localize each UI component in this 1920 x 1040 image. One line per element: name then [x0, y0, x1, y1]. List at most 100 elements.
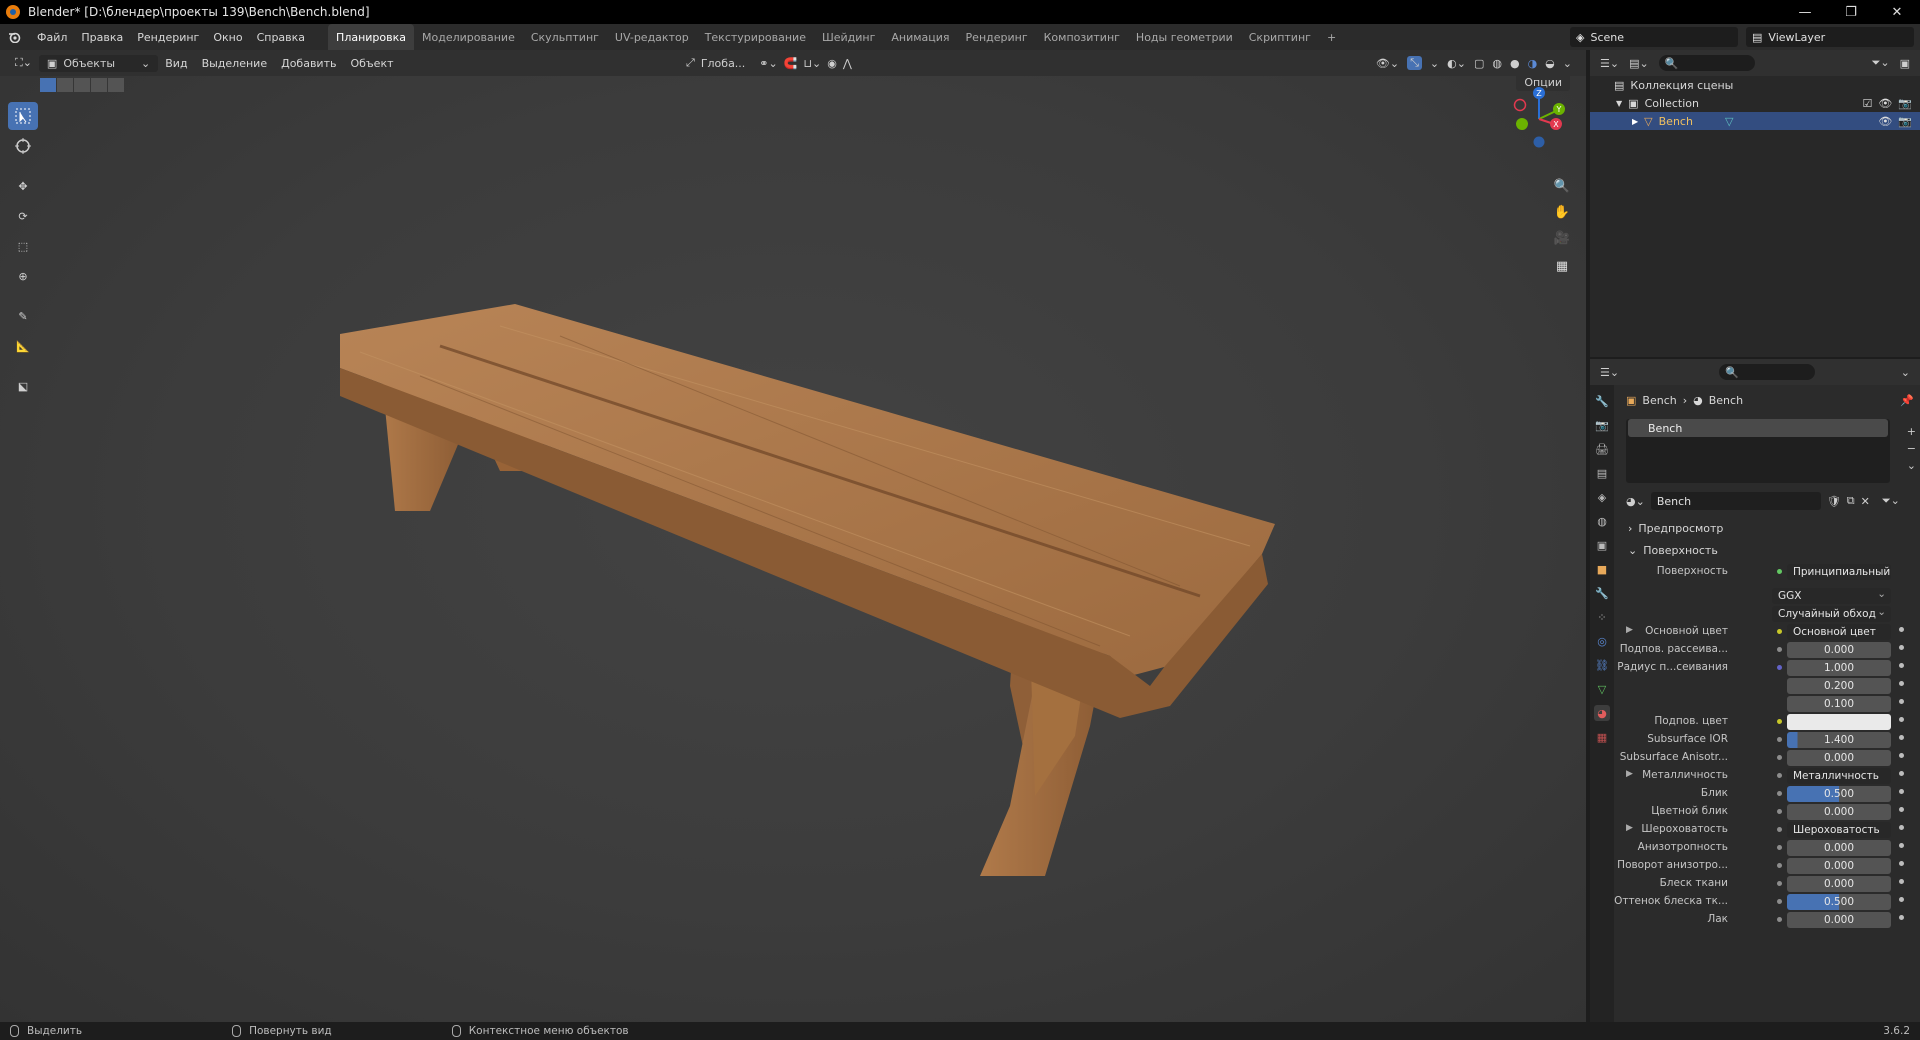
bench-model[interactable]: [0, 76, 1586, 1022]
collection-tab-icon[interactable]: ▣: [1594, 537, 1610, 553]
texture-tab-icon[interactable]: ▦: [1594, 729, 1610, 745]
color-swatch[interactable]: [1787, 714, 1891, 730]
3d-viewport[interactable]: Опции ✥ ⟳ ⬚ ⊕ ✎ 📐 ⬕ Z Y X 🔍 ✋ 🎥 ▦: [0, 76, 1586, 1022]
distribution-dropdown[interactable]: GGX: [1772, 586, 1891, 604]
modifier-tab-icon[interactable]: 🔧: [1594, 585, 1610, 601]
socket-dot-icon[interactable]: [1777, 899, 1782, 904]
value-slider[interactable]: 0.500: [1787, 786, 1891, 802]
menu-view[interactable]: Вид: [158, 57, 194, 70]
expand-arrow-icon[interactable]: ▶: [1626, 625, 1633, 635]
filter-icon[interactable]: ⏷⌄: [1872, 56, 1890, 70]
socket-dot-icon[interactable]: [1777, 827, 1782, 832]
tab-scripting[interactable]: Скриптинг: [1241, 24, 1319, 50]
editor-type-icon[interactable]: ⛶⌄: [8, 56, 39, 70]
socket-dot-icon[interactable]: [1777, 737, 1782, 742]
socket-dot-icon[interactable]: [1777, 863, 1782, 868]
shading-solid-icon[interactable]: ●: [1510, 57, 1520, 70]
value-slider[interactable]: 0.500: [1787, 894, 1891, 910]
keyframe-dot-icon[interactable]: [1899, 843, 1904, 848]
shading-dropdown-icon[interactable]: ⌄: [1563, 57, 1572, 70]
physics-tab-icon[interactable]: ◎: [1594, 633, 1610, 649]
linked-input-field[interactable]: Металличность: [1787, 768, 1891, 784]
view-layer-selector[interactable]: ▤ ViewLayer: [1746, 27, 1914, 47]
menu-help[interactable]: Справка: [250, 24, 312, 50]
transform-orientation-dropdown[interactable]: Глоба...: [701, 57, 745, 70]
outliner-search-input[interactable]: 🔍: [1658, 55, 1755, 71]
pivot-point-icon[interactable]: ⚭⌄: [759, 57, 777, 70]
constraints-tab-icon[interactable]: ⛓: [1594, 657, 1610, 673]
socket-dot-icon[interactable]: [1777, 647, 1782, 652]
tab-layout[interactable]: Планировка: [328, 24, 415, 50]
tool-tab-icon[interactable]: 🔧: [1594, 393, 1610, 409]
keyframe-dot-icon[interactable]: [1899, 771, 1904, 776]
subsurface-method-dropdown[interactable]: Случайный обход: [1772, 604, 1891, 622]
close-button[interactable]: ✕: [1874, 0, 1920, 24]
slot-menu-icon[interactable]: ⌄: [1907, 459, 1916, 472]
shading-rendered-icon[interactable]: ◒: [1545, 57, 1555, 70]
eye-icon[interactable]: 👁: [1878, 115, 1892, 128]
socket-dot-icon[interactable]: [1777, 665, 1782, 670]
new-collection-icon[interactable]: ▣: [1900, 57, 1910, 70]
keyframe-dot-icon[interactable]: [1899, 627, 1904, 632]
expand-arrow-icon[interactable]: ▶: [1632, 117, 1638, 126]
data-tab-icon[interactable]: ▽: [1594, 681, 1610, 697]
socket-dot-icon[interactable]: [1777, 773, 1782, 778]
mesh-data-icon[interactable]: ▽: [1725, 115, 1733, 128]
menu-render[interactable]: Рендеринг: [130, 24, 206, 50]
keyframe-dot-icon[interactable]: [1899, 681, 1904, 686]
world-tab-icon[interactable]: ◍: [1594, 513, 1610, 529]
keyframe-dot-icon[interactable]: [1899, 663, 1904, 668]
socket-dot-icon[interactable]: [1777, 755, 1782, 760]
display-mode-icon[interactable]: ▤⌄: [1629, 57, 1649, 70]
tab-texture-paint[interactable]: Текстурирование: [697, 24, 814, 50]
scene-selector[interactable]: ◈ Scene: [1570, 27, 1738, 47]
socket-dot-icon[interactable]: [1777, 791, 1782, 796]
socket-dot-icon[interactable]: [1777, 719, 1782, 724]
value-slider[interactable]: 0.000: [1787, 876, 1891, 892]
render-tab-icon[interactable]: 📷: [1594, 417, 1610, 433]
add-workspace-button[interactable]: +: [1319, 24, 1344, 50]
gizmo-dropdown-icon[interactable]: ⌄: [1430, 57, 1439, 70]
keyframe-dot-icon[interactable]: [1899, 825, 1904, 830]
chevron-down-icon[interactable]: ⌄: [1901, 366, 1910, 379]
unlink-material-icon[interactable]: ✕: [1861, 495, 1870, 508]
menu-edit[interactable]: Правка: [74, 24, 130, 50]
add-slot-button[interactable]: +: [1907, 425, 1916, 438]
keyframe-dot-icon[interactable]: [1899, 879, 1904, 884]
minimize-button[interactable]: —: [1782, 0, 1828, 24]
camera-render-icon[interactable]: 📷: [1898, 115, 1912, 128]
menu-add[interactable]: Добавить: [274, 57, 343, 70]
value-slider[interactable]: 0.000: [1787, 858, 1891, 874]
socket-dot-icon[interactable]: [1777, 845, 1782, 850]
gizmo-toggle-icon[interactable]: ⤡: [1407, 56, 1422, 70]
output-tab-icon[interactable]: 🖨: [1594, 441, 1610, 457]
keyframe-dot-icon[interactable]: [1899, 699, 1904, 704]
socket-dot-icon[interactable]: [1777, 629, 1782, 634]
socket-dot-icon[interactable]: [1777, 881, 1782, 886]
tab-animation[interactable]: Анимация: [883, 24, 957, 50]
falloff-icon[interactable]: ⋀: [843, 57, 852, 70]
proportional-edit-icon[interactable]: ◉: [827, 57, 837, 70]
socket-dot-icon[interactable]: [1777, 917, 1782, 922]
duplicate-material-icon[interactable]: ⧉: [1847, 494, 1855, 508]
menu-select[interactable]: Выделение: [195, 57, 275, 70]
outliner-editor-icon[interactable]: ☰⌄: [1600, 57, 1619, 70]
menu-file[interactable]: Файл: [30, 24, 74, 50]
eye-icon[interactable]: 👁: [1878, 97, 1892, 110]
keyframe-dot-icon[interactable]: [1899, 807, 1904, 812]
outliner-row-collection[interactable]: ▼ ▣ Collection ☑ 👁 📷: [1590, 94, 1920, 112]
properties-editor-icon[interactable]: ☰⌄: [1600, 366, 1619, 379]
material-name-field[interactable]: Bench: [1650, 492, 1821, 510]
snap-icon[interactable]: 🧲: [784, 57, 798, 70]
outliner-row-scene-collection[interactable]: ▤ Коллекция сцены: [1590, 76, 1920, 94]
object-tab-icon[interactable]: ■: [1594, 561, 1610, 577]
value-slider[interactable]: 1.400: [1787, 732, 1891, 748]
tab-shading[interactable]: Шейдинг: [814, 24, 883, 50]
outliner-row-bench[interactable]: ▶ ▽ Bench ▽ 👁 📷: [1590, 112, 1920, 130]
object-mode-dropdown[interactable]: ▣ Объекты ⌄: [38, 54, 159, 72]
value-slider[interactable]: 0.000: [1787, 804, 1891, 820]
shading-wireframe-icon[interactable]: ◍: [1492, 57, 1502, 70]
tab-sculpting[interactable]: Скульптинг: [523, 24, 607, 50]
value-slider[interactable]: 0.000: [1787, 750, 1891, 766]
pin-icon[interactable]: 📌: [1900, 394, 1914, 407]
